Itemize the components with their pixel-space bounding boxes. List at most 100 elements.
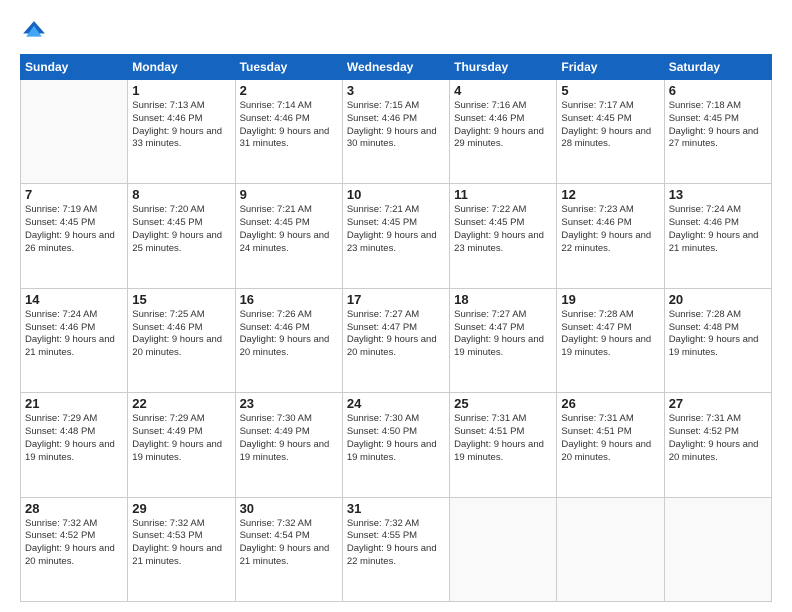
day-number: 18 <box>454 292 552 307</box>
day-number: 25 <box>454 396 552 411</box>
cell-info: Sunrise: 7:28 AM Sunset: 4:48 PM Dayligh… <box>669 309 767 360</box>
calendar-cell: 26 Sunrise: 7:31 AM Sunset: 4:51 PM Dayli… <box>557 393 664 497</box>
weekday-header-saturday: Saturday <box>664 55 771 80</box>
day-number: 4 <box>454 83 552 98</box>
day-number: 28 <box>25 501 123 516</box>
calendar-cell: 5 Sunrise: 7:17 AM Sunset: 4:45 PM Daylig… <box>557 80 664 184</box>
calendar-cell: 24 Sunrise: 7:30 AM Sunset: 4:50 PM Dayli… <box>342 393 449 497</box>
calendar-cell <box>664 497 771 601</box>
day-number: 23 <box>240 396 338 411</box>
calendar-week-row: 21 Sunrise: 7:29 AM Sunset: 4:48 PM Dayli… <box>21 393 772 497</box>
calendar-cell: 18Sunrise: 7:27 AM Sunset: 4:47 PM Dayli… <box>450 288 557 392</box>
calendar-cell: 15 Sunrise: 7:25 AM Sunset: 4:46 PM Dayli… <box>128 288 235 392</box>
calendar-week-row: 14 Sunrise: 7:24 AM Sunset: 4:46 PM Dayli… <box>21 288 772 392</box>
day-number: 5 <box>561 83 659 98</box>
logo-icon <box>20 18 48 46</box>
cell-info: Sunrise: 7:31 AM Sunset: 4:51 PM Dayligh… <box>561 413 659 464</box>
cell-info: Sunrise: 7:17 AM Sunset: 4:45 PM Dayligh… <box>561 100 659 151</box>
cell-info: Sunrise: 7:20 AM Sunset: 4:45 PM Dayligh… <box>132 204 230 255</box>
calendar-cell: 2 Sunrise: 7:14 AM Sunset: 4:46 PM Daylig… <box>235 80 342 184</box>
calendar-cell: 19Sunrise: 7:28 AM Sunset: 4:47 PM Dayli… <box>557 288 664 392</box>
weekday-header-friday: Friday <box>557 55 664 80</box>
cell-info: Sunrise: 7:14 AM Sunset: 4:46 PM Dayligh… <box>240 100 338 151</box>
calendar-cell: 3 Sunrise: 7:15 AM Sunset: 4:46 PM Daylig… <box>342 80 449 184</box>
calendar-cell: 23 Sunrise: 7:30 AM Sunset: 4:49 PM Dayli… <box>235 393 342 497</box>
calendar-cell: 27 Sunrise: 7:31 AM Sunset: 4:52 PM Dayli… <box>664 393 771 497</box>
calendar-cell <box>450 497 557 601</box>
logo <box>20 18 52 46</box>
weekday-header-wednesday: Wednesday <box>342 55 449 80</box>
day-number: 7 <box>25 187 123 202</box>
cell-info: Sunrise: 7:22 AM Sunset: 4:45 PM Dayligh… <box>454 204 552 255</box>
day-number: 16 <box>240 292 338 307</box>
calendar-cell: 10Sunrise: 7:21 AM Sunset: 4:45 PM Dayli… <box>342 184 449 288</box>
weekday-header-thursday: Thursday <box>450 55 557 80</box>
calendar-cell: 4 Sunrise: 7:16 AM Sunset: 4:46 PM Daylig… <box>450 80 557 184</box>
cell-info: Sunrise: 7:25 AM Sunset: 4:46 PM Dayligh… <box>132 309 230 360</box>
calendar-cell: 21 Sunrise: 7:29 AM Sunset: 4:48 PM Dayli… <box>21 393 128 497</box>
day-number: 20 <box>669 292 767 307</box>
calendar-cell: 30Sunrise: 7:32 AM Sunset: 4:54 PM Dayli… <box>235 497 342 601</box>
calendar-cell: 31Sunrise: 7:32 AM Sunset: 4:55 PM Dayli… <box>342 497 449 601</box>
header <box>20 18 772 46</box>
cell-info: Sunrise: 7:32 AM Sunset: 4:52 PM Dayligh… <box>25 518 123 569</box>
day-number: 3 <box>347 83 445 98</box>
cell-info: Sunrise: 7:27 AM Sunset: 4:47 PM Dayligh… <box>347 309 445 360</box>
calendar-cell <box>21 80 128 184</box>
cell-info: Sunrise: 7:18 AM Sunset: 4:45 PM Dayligh… <box>669 100 767 151</box>
calendar-cell: 16 Sunrise: 7:26 AM Sunset: 4:46 PM Dayli… <box>235 288 342 392</box>
cell-info: Sunrise: 7:32 AM Sunset: 4:55 PM Dayligh… <box>347 518 445 569</box>
weekday-header-sunday: Sunday <box>21 55 128 80</box>
calendar-cell: 14 Sunrise: 7:24 AM Sunset: 4:46 PM Dayli… <box>21 288 128 392</box>
day-number: 19 <box>561 292 659 307</box>
cell-info: Sunrise: 7:32 AM Sunset: 4:54 PM Dayligh… <box>240 518 338 569</box>
calendar-cell: 13Sunrise: 7:24 AM Sunset: 4:46 PM Dayli… <box>664 184 771 288</box>
calendar-cell: 25 Sunrise: 7:31 AM Sunset: 4:51 PM Dayli… <box>450 393 557 497</box>
day-number: 6 <box>669 83 767 98</box>
day-number: 9 <box>240 187 338 202</box>
cell-info: Sunrise: 7:19 AM Sunset: 4:45 PM Dayligh… <box>25 204 123 255</box>
cell-info: Sunrise: 7:16 AM Sunset: 4:46 PM Dayligh… <box>454 100 552 151</box>
calendar-cell: 11Sunrise: 7:22 AM Sunset: 4:45 PM Dayli… <box>450 184 557 288</box>
day-number: 21 <box>25 396 123 411</box>
cell-info: Sunrise: 7:15 AM Sunset: 4:46 PM Dayligh… <box>347 100 445 151</box>
day-number: 15 <box>132 292 230 307</box>
day-number: 17 <box>347 292 445 307</box>
calendar-cell: 6 Sunrise: 7:18 AM Sunset: 4:45 PM Daylig… <box>664 80 771 184</box>
day-number: 24 <box>347 396 445 411</box>
cell-info: Sunrise: 7:30 AM Sunset: 4:50 PM Dayligh… <box>347 413 445 464</box>
cell-info: Sunrise: 7:29 AM Sunset: 4:48 PM Dayligh… <box>25 413 123 464</box>
calendar-cell: 20 Sunrise: 7:28 AM Sunset: 4:48 PM Dayli… <box>664 288 771 392</box>
day-number: 13 <box>669 187 767 202</box>
calendar-cell: 8 Sunrise: 7:20 AM Sunset: 4:45 PM Daylig… <box>128 184 235 288</box>
cell-info: Sunrise: 7:31 AM Sunset: 4:51 PM Dayligh… <box>454 413 552 464</box>
cell-info: Sunrise: 7:21 AM Sunset: 4:45 PM Dayligh… <box>240 204 338 255</box>
calendar-cell: 22Sunrise: 7:29 AM Sunset: 4:49 PM Dayli… <box>128 393 235 497</box>
day-number: 22 <box>132 396 230 411</box>
cell-info: Sunrise: 7:26 AM Sunset: 4:46 PM Dayligh… <box>240 309 338 360</box>
calendar-cell: 9 Sunrise: 7:21 AM Sunset: 4:45 PM Daylig… <box>235 184 342 288</box>
day-number: 8 <box>132 187 230 202</box>
calendar-cell: 28 Sunrise: 7:32 AM Sunset: 4:52 PM Dayli… <box>21 497 128 601</box>
calendar-week-row: 7 Sunrise: 7:19 AM Sunset: 4:45 PM Daylig… <box>21 184 772 288</box>
cell-info: Sunrise: 7:24 AM Sunset: 4:46 PM Dayligh… <box>25 309 123 360</box>
day-number: 27 <box>669 396 767 411</box>
weekday-header-monday: Monday <box>128 55 235 80</box>
cell-info: Sunrise: 7:30 AM Sunset: 4:49 PM Dayligh… <box>240 413 338 464</box>
calendar-cell <box>557 497 664 601</box>
day-number: 14 <box>25 292 123 307</box>
calendar-week-row: 28 Sunrise: 7:32 AM Sunset: 4:52 PM Dayli… <box>21 497 772 601</box>
cell-info: Sunrise: 7:23 AM Sunset: 4:46 PM Dayligh… <box>561 204 659 255</box>
calendar-table: SundayMondayTuesdayWednesdayThursdayFrid… <box>20 54 772 602</box>
day-number: 2 <box>240 83 338 98</box>
calendar-cell: 1 Sunrise: 7:13 AM Sunset: 4:46 PM Daylig… <box>128 80 235 184</box>
calendar-cell: 12Sunrise: 7:23 AM Sunset: 4:46 PM Dayli… <box>557 184 664 288</box>
calendar-week-row: 1 Sunrise: 7:13 AM Sunset: 4:46 PM Daylig… <box>21 80 772 184</box>
weekday-header-tuesday: Tuesday <box>235 55 342 80</box>
day-number: 29 <box>132 501 230 516</box>
cell-info: Sunrise: 7:31 AM Sunset: 4:52 PM Dayligh… <box>669 413 767 464</box>
day-number: 26 <box>561 396 659 411</box>
calendar-cell: 29Sunrise: 7:32 AM Sunset: 4:53 PM Dayli… <box>128 497 235 601</box>
cell-info: Sunrise: 7:13 AM Sunset: 4:46 PM Dayligh… <box>132 100 230 151</box>
day-number: 1 <box>132 83 230 98</box>
